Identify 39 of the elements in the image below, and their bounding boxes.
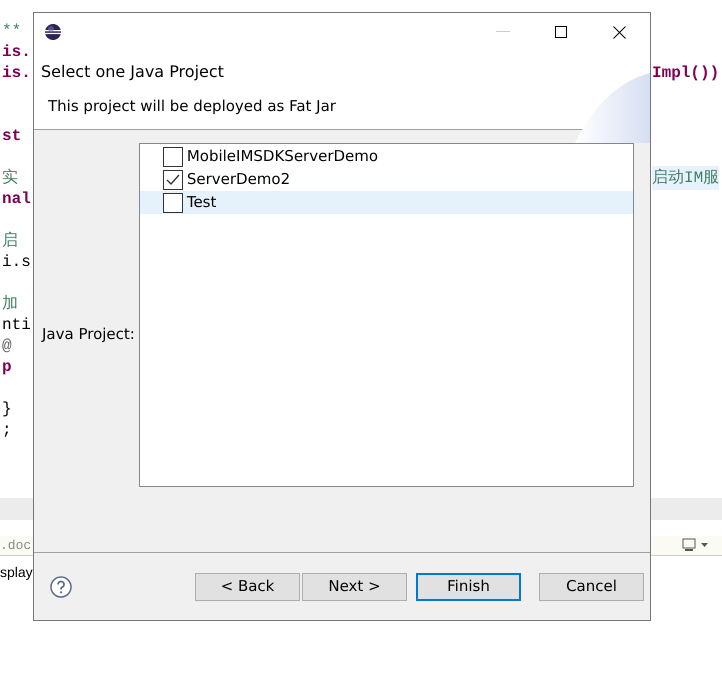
code-text: p [1, 356, 13, 378]
maximize-icon [555, 26, 567, 38]
help-icon[interactable] [50, 576, 72, 598]
app-icon [44, 23, 62, 41]
code-text: nti [1, 314, 32, 336]
console-text: splay [0, 563, 33, 582]
code-text: ; [1, 420, 13, 440]
project-item[interactable]: MobileIMSDKServerDemo [140, 145, 633, 168]
code-text: st [1, 126, 22, 146]
code-text: 加 [1, 294, 19, 314]
dialog-heading: Select one Java Project [41, 61, 225, 83]
dialog-button[interactable]: < Back [195, 572, 300, 600]
dialog-button[interactable]: Finish [416, 572, 521, 600]
checkbox[interactable] [162, 170, 183, 190]
checkbox[interactable] [162, 192, 183, 212]
code-text: @ [1, 336, 13, 356]
check-icon [166, 174, 180, 186]
code-text: i.s [1, 252, 32, 272]
project-name: MobileIMSDKServerDemo [186, 146, 378, 168]
field-label: Java Project: [42, 324, 136, 346]
project-item[interactable]: Test [140, 191, 633, 214]
code-text: is. [1, 62, 32, 84]
code-text: 启动IM服 [652, 166, 720, 190]
checkbox[interactable] [162, 146, 183, 166]
close-icon [612, 26, 626, 38]
code-text: ** [1, 20, 22, 42]
code-text: is. [1, 42, 32, 62]
project-item[interactable]: ServerDemo2 [140, 168, 633, 191]
project-name: Test [186, 192, 216, 214]
dialog-description: This project will be deployed as Fat Jar [48, 96, 337, 117]
project-name: ServerDemo2 [186, 169, 290, 190]
code-text: 启 [1, 230, 19, 252]
code-text: } [1, 398, 13, 420]
minimize-icon [496, 31, 510, 33]
code-text: 实 [1, 168, 19, 188]
code-text: nal [1, 188, 32, 210]
code-text: Impl()) [652, 62, 720, 84]
dialog-button[interactable]: Next > [302, 572, 407, 600]
dialog-button[interactable]: Cancel [539, 572, 644, 600]
